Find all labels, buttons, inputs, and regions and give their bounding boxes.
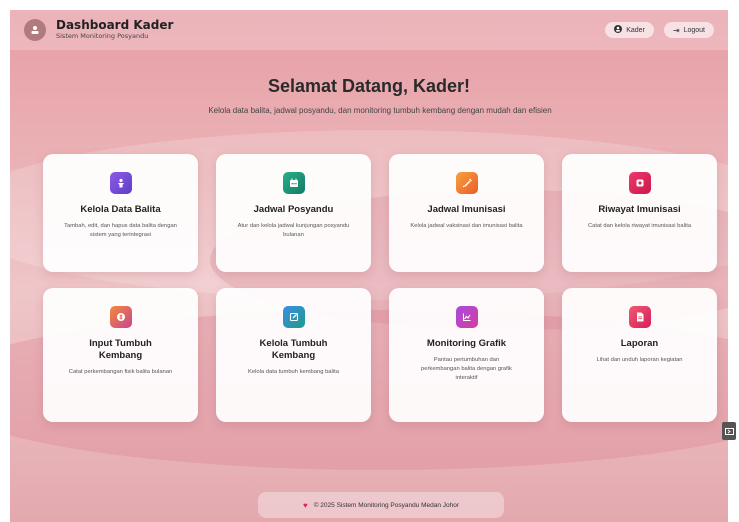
card-description: Catat dan kelola riwayat imunisasi balit…: [587, 223, 692, 229]
report-icon: [628, 306, 651, 328]
card-description: Catat perkembangan fisik balita bulanan: [68, 369, 173, 375]
card-input-tumbuh-kembang[interactable]: Input Tumbuh Kembang Catat perkembangan …: [43, 288, 198, 422]
welcome-subtitle: Kelola data balita, jadwal posyandu, dan…: [208, 106, 552, 115]
edit-icon: [282, 306, 305, 328]
syringe-icon: [455, 172, 478, 194]
card-title: Monitoring Grafik: [426, 338, 507, 349]
calendar-icon: [282, 172, 305, 194]
card-riwayat-imunisasi[interactable]: Riwayat Imunisasi Catat dan kelola riway…: [562, 154, 717, 272]
card-title: Kelola Data Balita: [80, 204, 161, 215]
card-kelola-tumbuh-kembang[interactable]: Kelola Tumbuh Kembang Kelola data tumbuh…: [216, 288, 371, 422]
card-description: Kelola jadwal vaksinasi dan imunisasi ba…: [410, 223, 523, 229]
card-jadwal-posyandu[interactable]: Jadwal Posyandu Atur dan kelola jadwal k…: [216, 154, 371, 272]
user-label: Kader: [626, 26, 645, 34]
app-title: Dashboard Kader: [56, 18, 174, 32]
card-title: Kelola Tumbuh Kembang: [259, 338, 328, 361]
card-description: Kelola data tumbuh kembang balita: [248, 369, 339, 375]
side-panel-toggle-icon[interactable]: [722, 422, 736, 440]
welcome-title: Selamat Datang, Kader!: [267, 76, 471, 96]
card-description: Lihat dan unduh laporan kegiatan: [596, 357, 683, 363]
card-description: Atur dan kelola jadwal kunjungan posyand…: [237, 223, 350, 238]
top-navbar: Dashboard Kader Sistem Monitoring Posyan…: [10, 10, 728, 50]
footer: ♥ © 2025 Sistem Monitoring Posyandu Meda…: [258, 492, 504, 518]
user-avatar-icon: [24, 19, 46, 41]
card-title: Jadwal Imunisasi: [427, 204, 506, 215]
card-description: Tambah, edit, dan hapus data balita deng…: [64, 223, 177, 238]
history-icon: [628, 172, 651, 194]
card-laporan[interactable]: Laporan Lihat dan unduh laporan kegiatan: [562, 288, 717, 422]
baby-icon: [109, 172, 132, 194]
card-title: Jadwal Posyandu: [253, 204, 334, 215]
user-button[interactable]: Kader: [605, 22, 654, 38]
card-title: Laporan: [620, 338, 659, 349]
card-title: Input Tumbuh Kembang: [89, 338, 152, 361]
brand: Dashboard Kader Sistem Monitoring Posyan…: [56, 19, 173, 41]
card-title: Riwayat Imunisasi: [598, 204, 681, 215]
app-subtitle: Sistem Monitoring Posyandu: [56, 32, 149, 40]
card-jadwal-imunisasi[interactable]: Jadwal Imunisasi Kelola jadwal vaksinasi…: [389, 154, 544, 272]
logout-label: Logout: [683, 26, 705, 34]
user-icon: [614, 25, 623, 35]
ruler-icon: [109, 306, 132, 328]
card-kelola-data-balita[interactable]: Kelola Data Balita Tambah, edit, dan hap…: [43, 154, 198, 272]
app-frame: Dashboard Kader Sistem Monitoring Posyan…: [10, 10, 728, 522]
card-description: Pantau pertumbuhan dan perkembangan bali…: [421, 357, 512, 381]
logout-button[interactable]: ⇥ Logout: [663, 22, 714, 38]
footer-text: © 2025 Sistem Monitoring Posyandu Medan …: [313, 501, 460, 509]
logout-icon: ⇥: [672, 25, 680, 35]
chart-icon: [455, 306, 478, 328]
card-monitoring-grafik[interactable]: Monitoring Grafik Pantau pertumbuhan dan…: [389, 288, 544, 422]
heart-icon: ♥: [302, 500, 308, 510]
